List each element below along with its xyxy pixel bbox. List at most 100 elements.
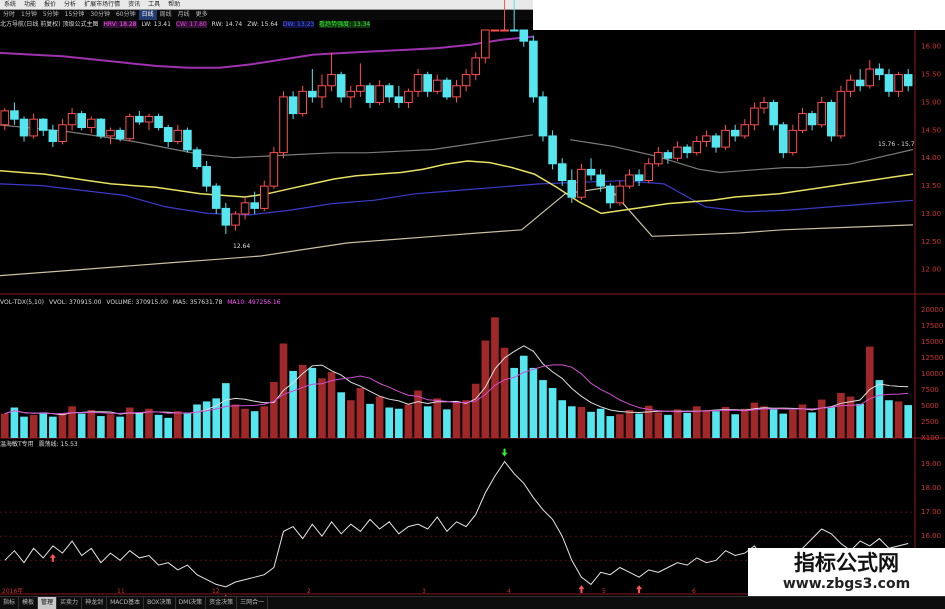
candle-body <box>519 29 529 42</box>
candle-body <box>279 96 288 154</box>
volume-bar <box>366 403 374 438</box>
date-tick-label: 2016年 <box>2 587 23 595</box>
candle-body <box>461 74 471 87</box>
candle-body <box>173 129 183 142</box>
volume-bar <box>539 380 547 438</box>
price-tick-label: 12.50 <box>921 238 941 246</box>
volume-bar <box>404 404 413 438</box>
candle-body <box>875 68 884 76</box>
volume-bar <box>125 407 134 438</box>
volume-bar <box>683 413 691 438</box>
bottom-tab[interactable]: 神龙剑 <box>82 597 108 609</box>
volume-bar <box>385 407 394 438</box>
volume-tick-label: 10000 <box>921 370 943 378</box>
indicator-tick-label: 18.00 <box>921 484 941 492</box>
candle-body <box>682 146 692 154</box>
candle-body <box>269 152 279 187</box>
volume-bar <box>702 409 711 438</box>
date-tick-label: 6 <box>692 588 696 595</box>
candle-body <box>778 124 788 154</box>
candle-body <box>740 124 750 137</box>
chart-canvas: 16.00 15.50 15.00 14.50 14.00 13.50 13.00 12.50… <box>0 0 945 603</box>
volume-bar <box>779 413 788 438</box>
bottom-tab[interactable]: MACD基本 <box>107 597 145 609</box>
volume-bar <box>308 367 317 438</box>
candle-body <box>67 113 77 126</box>
candle-body <box>336 74 346 98</box>
date-tick-label: 4 <box>507 588 511 595</box>
volume-bar <box>548 388 557 438</box>
candle-body <box>86 118 96 129</box>
bottom-tab[interactable]: BOX决策 <box>144 597 176 609</box>
volume-bar <box>116 416 124 438</box>
price-tick-label: 12.00 <box>921 266 941 274</box>
candle-body <box>183 129 192 151</box>
volume-bar <box>712 411 720 438</box>
indicator-tick-label: 19.00 <box>921 460 941 468</box>
band-lower-line <box>0 186 914 277</box>
candle-body <box>500 29 509 32</box>
volume-bar <box>731 414 740 438</box>
volume-bar <box>29 414 38 438</box>
volume-bar <box>289 370 297 438</box>
candle-body <box>663 152 673 159</box>
candle-body <box>721 129 730 148</box>
volume-bar <box>481 340 490 438</box>
candle-body <box>846 79 855 92</box>
candle-body <box>10 110 19 120</box>
volume-bar <box>462 400 470 438</box>
candle-body <box>596 174 605 187</box>
candle-body <box>240 202 250 215</box>
indicator-tabs: 指标 模板 管理 买卖力 神龙剑 MACD基本 BOX决策 DMI决策 资金决策… <box>0 596 945 609</box>
candle-body <box>855 79 865 87</box>
candle-body <box>250 202 259 209</box>
candle-body <box>586 168 596 176</box>
bottom-tab[interactable]: 资金决策 <box>206 597 238 609</box>
date-tick-label: 2 <box>307 588 311 595</box>
bottom-tab[interactable]: 模板 <box>19 597 39 609</box>
bottom-tab[interactable]: 买卖力 <box>57 597 83 609</box>
candle-body <box>29 118 38 137</box>
candle-body <box>144 115 154 123</box>
volume-bar <box>558 400 567 438</box>
date-tick-label: 12 <box>212 588 220 595</box>
candle-body <box>567 180 577 198</box>
bottom-tab[interactable]: 指标 <box>0 597 20 609</box>
volume-bar <box>568 406 576 438</box>
volume-bar <box>741 408 749 438</box>
candle-body <box>356 85 365 92</box>
candle-body <box>19 118 29 137</box>
volume-bar <box>346 400 355 438</box>
candle-body <box>903 74 913 87</box>
volume-bar <box>77 413 86 438</box>
candle-body <box>471 57 481 76</box>
bottom-tab[interactable]: DMI决策 <box>176 597 207 609</box>
volume-bar <box>97 416 105 438</box>
volume-bar <box>423 406 432 438</box>
candle-body <box>432 79 442 92</box>
volume-bar <box>145 408 153 438</box>
volume-tick-label: 15000 <box>921 338 943 346</box>
candle-body <box>827 101 836 137</box>
volume-bar <box>20 416 28 438</box>
bottom-tab-active[interactable]: 管理 <box>38 597 58 609</box>
volume-bar <box>356 388 365 438</box>
bottom-tab[interactable]: 三网合一 <box>237 597 269 609</box>
high-price-label: 15.76 - 15.7 <box>878 141 915 148</box>
candle-body <box>221 207 231 226</box>
candle-body <box>769 101 778 126</box>
candle-body <box>231 213 240 226</box>
volume-tick-label: 7500 <box>921 386 939 394</box>
volume-bar <box>270 381 278 438</box>
volume-bar <box>529 367 538 438</box>
volume-bar <box>664 414 672 438</box>
candle-body <box>317 85 327 98</box>
volume-bar <box>606 416 615 438</box>
volume-bar <box>817 399 826 438</box>
band-mid-line <box>0 124 534 159</box>
buy-arrow-icon <box>578 585 585 594</box>
volume-bar <box>164 417 172 438</box>
candle-body <box>384 85 394 98</box>
candle-body <box>452 85 461 98</box>
candle-body <box>529 40 538 98</box>
